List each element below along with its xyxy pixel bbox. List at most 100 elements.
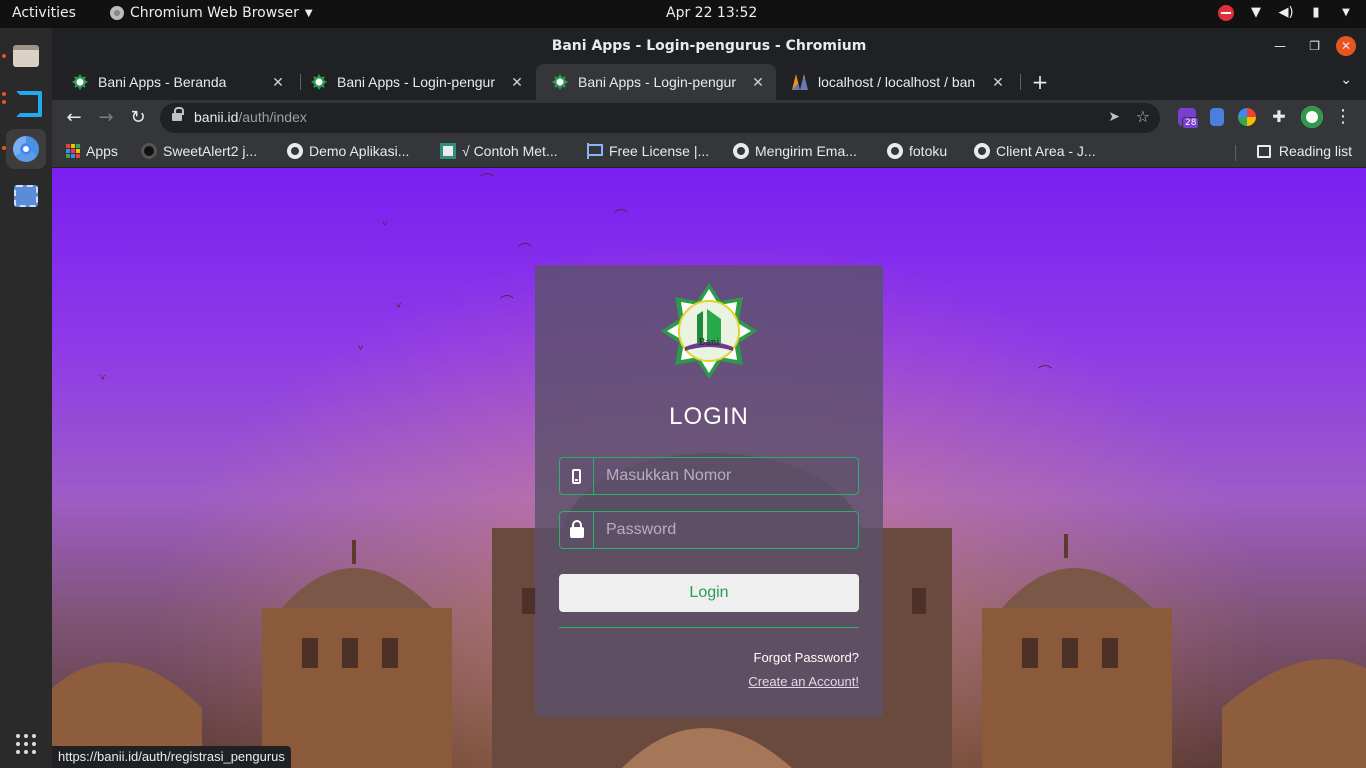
tab-login-pengurus-1[interactable]: Bani Apps - Login-pengur ✕ <box>295 64 535 100</box>
profile-avatar[interactable] <box>1301 106 1323 128</box>
password-input[interactable] <box>594 512 858 548</box>
bani-favicon-icon <box>552 74 568 90</box>
address-bar[interactable]: banii.id/auth/index ➤ ☆ <box>160 103 1160 133</box>
bookmark-free-license[interactable]: Free License |... <box>587 143 709 159</box>
tab-localhost[interactable]: localhost / localhost / ban ✕ <box>776 64 1016 100</box>
maximize-icon: ❐ <box>1309 39 1320 53</box>
close-tab-icon[interactable]: ✕ <box>750 74 766 91</box>
close-icon: ✕ <box>1340 39 1352 53</box>
lock-icon[interactable] <box>172 107 184 123</box>
system-top-bar: Activities Chromium Web Browser ▼ Apr 22… <box>0 0 1366 28</box>
bani-favicon-icon <box>311 74 327 90</box>
bookmark-contoh-metode[interactable]: √ Contoh Met... <box>440 143 558 159</box>
phone-addon <box>560 458 594 494</box>
reading-list-icon <box>1256 144 1271 158</box>
status-bubble: https://banii.id/auth/registrasi_penguru… <box>52 746 291 768</box>
chevron-down-icon[interactable]: ▼ <box>1338 5 1354 21</box>
phone-input[interactable] <box>594 458 858 494</box>
dock-chromium[interactable] <box>6 129 46 169</box>
reading-list-label: Reading list <box>1278 143 1352 159</box>
create-account-link[interactable]: Create an Account! <box>748 674 859 689</box>
extensions-puzzle-icon[interactable]: ✚ <box>1270 108 1288 126</box>
bani-favicon-icon <box>72 74 88 90</box>
bookmark-sweetalert[interactable]: SweetAlert2 j... <box>141 143 257 159</box>
login-button[interactable]: Login <box>559 574 859 612</box>
extension-badge-count: 28 <box>1182 117 1200 129</box>
arrow-left-icon: ← <box>66 107 82 128</box>
lock-icon <box>569 520 584 538</box>
back-button[interactable]: ← <box>62 106 86 130</box>
phone-field[interactable] <box>559 457 859 495</box>
dock-screenshot[interactable] <box>6 176 46 216</box>
app-menu[interactable]: Chromium Web Browser ▼ <box>110 5 313 21</box>
bookmark-apps[interactable]: Apps <box>66 143 118 159</box>
show-apps-icon[interactable] <box>16 734 36 754</box>
globe-icon <box>287 143 303 159</box>
extension-badge-icon[interactable]: 28 <box>1178 108 1200 129</box>
maximize-button[interactable]: ❐ <box>1309 28 1320 64</box>
running-indicator <box>2 146 6 150</box>
arrow-right-icon: → <box>98 107 114 128</box>
logo-text: Bani <box>699 338 720 348</box>
browser-window: Bani Apps - Login-pengurus - Chromium — … <box>52 28 1366 768</box>
forgot-password-link[interactable]: Forgot Password? <box>754 650 860 665</box>
clock[interactable]: Apr 22 13:52 <box>666 5 757 21</box>
running-indicator <box>2 54 6 58</box>
divider <box>559 627 859 628</box>
app-menu-label: Chromium Web Browser <box>130 5 299 21</box>
send-tab-icon[interactable]: ➤ <box>1108 109 1120 125</box>
battery-icon[interactable]: ▮ <box>1308 5 1324 21</box>
rumus-icon <box>440 143 456 159</box>
reload-button[interactable]: ↻ <box>126 106 150 130</box>
volume-icon[interactable]: ◀) <box>1278 5 1294 21</box>
docs-extension-icon[interactable] <box>1210 108 1224 126</box>
bird-icon: ⌒ <box>614 209 628 225</box>
bird-icon: ⌒ <box>518 243 532 259</box>
bird-icon: ᵛ <box>382 218 388 234</box>
address-url[interactable]: banii.id/auth/index <box>194 109 307 125</box>
forward-button[interactable]: → <box>94 106 118 130</box>
reading-list-button[interactable]: Reading list <box>1256 143 1352 159</box>
tab-title: Bani Apps - Login-pengur <box>578 74 736 90</box>
close-tab-icon[interactable]: ✕ <box>509 74 525 91</box>
activities-button[interactable]: Activities <box>12 5 76 21</box>
bookmarks-separator <box>1235 145 1236 161</box>
do-not-disturb-icon[interactable] <box>1218 5 1234 21</box>
tab-title: localhost / localhost / ban <box>818 74 976 90</box>
bookmark-mengirim-email[interactable]: Mengirim Ema... <box>733 143 857 159</box>
menu-kebab-icon[interactable]: ⋮ <box>1334 108 1352 126</box>
minimize-button[interactable]: — <box>1274 28 1286 64</box>
bird-icon: ⌒ <box>500 295 514 311</box>
bookmark-fotoku[interactable]: fotoku <box>887 143 947 159</box>
dock-files[interactable] <box>6 36 46 76</box>
new-tab-button[interactable]: + <box>1028 70 1052 94</box>
password-addon <box>560 512 594 548</box>
flag-icon <box>587 143 603 159</box>
close-tab-icon[interactable]: ✕ <box>990 74 1006 91</box>
bookmark-label: Free License |... <box>609 143 710 159</box>
password-field[interactable] <box>559 511 859 549</box>
files-icon <box>13 45 39 67</box>
globe-icon <box>974 143 990 159</box>
bookmarks-bar: Apps SweetAlert2 j... Demo Aplikasi... √… <box>52 136 1366 168</box>
bookmark-label: Apps <box>86 143 118 159</box>
color-extension-icon[interactable] <box>1238 108 1256 126</box>
phpmyadmin-favicon-icon <box>792 74 808 90</box>
dock-vscode[interactable] <box>6 80 46 120</box>
wifi-icon[interactable]: ▼ <box>1248 5 1264 21</box>
tab-login-pengurus-active[interactable]: Bani Apps - Login-pengur ✕ <box>536 64 776 100</box>
tab-beranda[interactable]: Bani Apps - Beranda ✕ <box>56 64 296 100</box>
window-title: Bani Apps - Login-pengurus - Chromium <box>52 28 1366 64</box>
bookmark-demo-aplikasi[interactable]: Demo Aplikasi... <box>287 143 409 159</box>
close-tab-icon[interactable]: ✕ <box>270 74 286 91</box>
bookmark-client-area[interactable]: Client Area - J... <box>974 143 1096 159</box>
toolbar: ← → ↻ banii.id/auth/index ➤ ☆ 28 ✚ ⋮ <box>52 100 1366 136</box>
chromium-icon <box>110 6 124 20</box>
close-window-button[interactable]: ✕ <box>1336 36 1356 56</box>
bookmark-star-icon[interactable]: ☆ <box>1136 107 1150 126</box>
tab-search-chevron-icon[interactable]: ⌄ <box>1340 72 1352 88</box>
system-tray[interactable]: ▼ ◀) ▮ ▼ <box>1218 5 1354 21</box>
chromium-icon <box>13 136 39 162</box>
screenshot-icon <box>14 185 38 207</box>
tab-title: Bani Apps - Login-pengur <box>337 74 495 90</box>
